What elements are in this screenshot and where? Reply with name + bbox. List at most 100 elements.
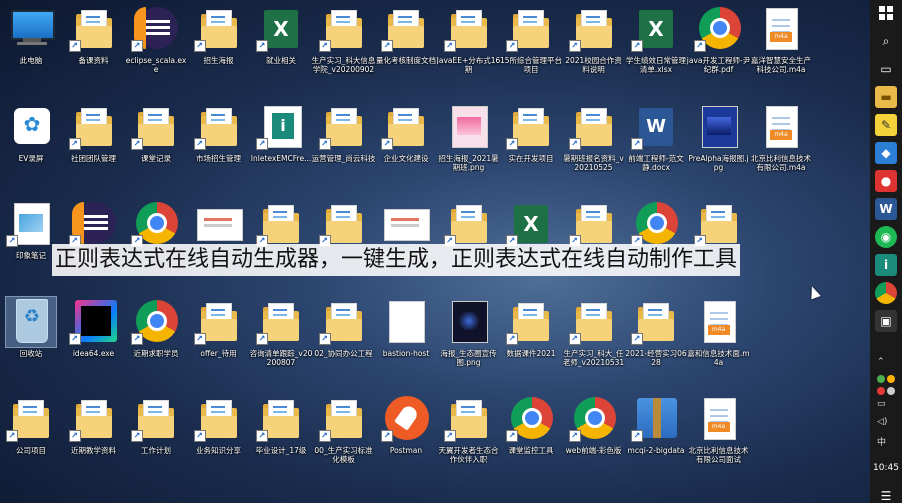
desktop-icon[interactable]: 海报_生态圈宣传图.png [438,295,500,391]
tray-chevron-icon[interactable]: ⌃ [877,357,895,371]
app-blue-icon[interactable]: ◆ [875,142,897,164]
desktop-icon[interactable]: ↗ mcqi-2-bigdata [625,392,687,488]
desktop-icon[interactable]: ↗ 近期教学资料 [63,392,125,488]
desktop-icon[interactable]: ↗ 公司项目 [0,392,62,488]
desktop-icon[interactable]: ↗ 前端工程师-范文静.docx [625,100,687,196]
desktop-icon[interactable]: ↗ 数据课件2021 [500,295,562,391]
desktop-icon[interactable]: ↗ 就业相关 [250,2,312,98]
desktop-icon[interactable]: PreAlpha海报图.jpg [688,100,750,196]
task-view-icon[interactable]: ▭ [875,58,897,80]
desktop-icon[interactable]: ↗ java开发工程师-尹纪群.pdf [687,2,750,98]
desktop-icon[interactable]: ↗ 生产实习_科大信息学院_v20200902 [312,2,375,98]
ime-indicator[interactable]: 中 [877,435,895,449]
network-icon[interactable]: ▭ [877,399,895,413]
desktop-icon-label: 课堂记录 [141,153,171,163]
desktop-icon[interactable]: ↗ InletexEMCFre... [250,100,312,196]
sticky-notes-icon[interactable]: ✎ [875,114,897,136]
desktop-icon[interactable]: ↗ 02_协同办公工程 [313,295,375,391]
desktop-icon[interactable]: ↗ 00_生产实习标准化模板 [313,392,375,488]
folder-icon: ↗ [6,394,56,444]
desktop-icon[interactable]: m4a 北京比利信息技术有限公司面试 [688,392,750,488]
desktop-icon[interactable]: ↗ Postman [375,392,437,488]
inletex-icon[interactable]: i [875,254,897,276]
start-button[interactable] [875,2,897,24]
desktop-icon[interactable]: ↗ 备课资料 [63,2,125,98]
app-green-icon[interactable]: ◉ [875,226,897,248]
desktop-icon[interactable]: bastion-host [375,295,437,391]
desktop-icon-label: 实在开发项目 [508,153,554,163]
folder-icon: ↗ [318,102,369,152]
desktop-icon[interactable]: ↗ JavaEE+分布式16期 [436,2,501,98]
desktop-icon-label: 毕业设计_17级 [255,446,307,455]
desktop-icon[interactable]: ↗ 毕业设计_17级 [250,392,312,488]
desktop-icon[interactable]: ↗ offer_待用 [188,295,250,391]
desktop-icon[interactable]: 招生海报_2021暑期班.png [438,100,500,196]
desktop-icon[interactable]: ↗ 课堂记录 [125,100,187,196]
desktop-icon[interactable]: 此电脑 [0,2,62,98]
desktop-icon[interactable]: ↗ 15所综合管理平台项目 [500,2,562,98]
desktop-icon[interactable]: ↗ eclipse_scala.exe [125,2,187,98]
tray-app-icon[interactable] [877,387,885,395]
word-icon[interactable]: W [875,198,897,220]
tray-app-icon[interactable] [887,387,895,395]
desktop-icon[interactable]: ↗ 2021-经营实习0628 [625,295,687,391]
desktop-icon[interactable]: ↗ 业务知识分享 [188,392,250,488]
desktop-icon[interactable]: ↗ 咨询清单跟踪_v20200807 [250,295,312,391]
desktop-icon-label: 嘉洋智慧安全生产科技公司.m4a [751,56,811,74]
app-dark-icon[interactable]: ▣ [875,310,897,332]
desktop-icon[interactable]: ↗ 近期求职学员 [125,295,187,391]
desktop-icon[interactable]: ↗ web前端-彩色版 [563,392,625,488]
desktop-icon[interactable]: ↗ 课堂监控工具 [500,392,562,488]
desktop-icon-label: bastion-host [382,348,430,358]
image-icon [694,102,744,152]
desktop-icon-label: web前端-彩色版 [565,446,622,455]
chrome-icon[interactable] [875,282,897,304]
shortcut-arrow-icon: ↗ [68,430,81,442]
desktop-icon-label: 数据课件2021 [506,348,556,358]
desktop-icon[interactable]: ↗ 运营管理_尚云科技 [312,100,375,196]
desktop-icon[interactable]: ↗ 天翼开发者生态合作伙伴入职 [438,392,500,488]
desktop-icon[interactable]: ↗ 量化考核制度文档 [375,2,437,98]
desktop-icon[interactable]: m4a 嘉和信息技术面.m4a [687,295,750,391]
app-red-icon[interactable]: ● [875,170,897,192]
search-icon[interactable]: ⌕ [875,30,897,52]
desktop-icon[interactable]: ↗ 社团团队管理 [63,100,125,196]
desktop-icon[interactable]: ↗ 2021校园合作资料说明 [563,2,625,98]
desktop-icon[interactable]: ↗ 学生绩效日常管理清单.xlsx [625,2,687,98]
desktop-icon[interactable]: ↗ 招生海报 [188,2,250,98]
tray-app-icon[interactable] [887,375,895,383]
tray-app-icon[interactable] [877,375,885,383]
shortcut-arrow-icon: ↗ [193,430,206,442]
clock[interactable]: 10:45 [873,463,899,473]
shortcut-arrow-icon: ↗ [568,430,581,442]
desktop-icon[interactable]: ↗ 暑期班报名资料_v20210525 [563,100,625,196]
desktop-icon[interactable]: ↗ 市场招生管理 [188,100,250,196]
folder-icon: ↗ [68,102,119,152]
volume-icon[interactable]: ◁) [877,417,895,431]
idea-icon: ↗ [68,297,119,347]
desktop-icon[interactable]: ↗ 工作计划 [125,392,187,488]
desktop-icon[interactable]: ↗ 企业文化建设 [375,100,437,196]
notification-icon[interactable]: ☰ [881,489,892,503]
desktop-icon-label: JavaEE+分布式16期 [436,56,501,74]
folder-icon: ↗ [193,394,244,444]
file-explorer-icon[interactable]: ▬ [875,86,897,108]
desktop-icon[interactable]: ↗ 实在开发项目 [500,100,562,196]
shortcut-arrow-icon: ↗ [443,430,456,442]
shortcut-arrow-icon: ↗ [6,430,18,442]
desktop-icon[interactable]: 回收站 [0,295,62,391]
desktop-icon[interactable]: m4a 嘉洋智慧安全生产科技公司.m4a [750,2,812,98]
shortcut-arrow-icon: ↗ [381,137,393,150]
desktop-icon-label: 咨询清单跟踪_v20200807 [249,348,313,367]
postman-icon: ↗ [381,394,431,444]
folder-icon: ↗ [631,297,681,347]
desktop-icon-label: 前端工程师-范文静.docx [628,153,684,172]
desktop-icon[interactable]: m4a 北京比利信息技术有限公司.m4a [750,100,812,196]
desktop-icon[interactable]: ↗ idea64.exe [63,295,125,391]
shortcut-arrow-icon: ↗ [131,40,143,52]
desktop-icon-label: 就业相关 [266,56,296,65]
desktop-icon-label: 嘉和信息技术面.m4a [687,348,750,367]
desktop-icon[interactable]: EV录屏 [0,100,62,196]
desktop-icon-label: 社团团队管理 [71,153,116,163]
desktop-icon[interactable]: ↗ 生产实习_科大_任老师_v20210531 [563,295,625,391]
